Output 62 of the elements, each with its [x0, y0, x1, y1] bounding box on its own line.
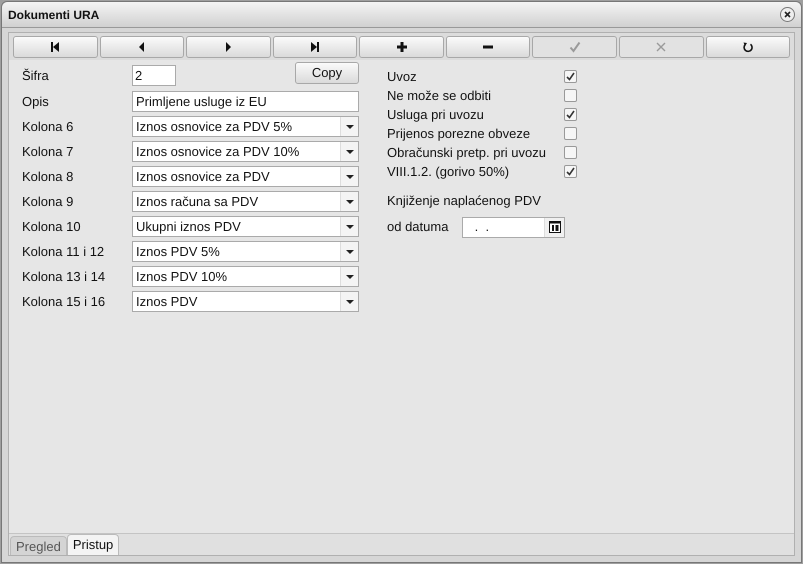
field-label: Kolona 7	[22, 142, 74, 161]
caret-icon	[346, 200, 354, 204]
field-label: Šifra	[22, 66, 50, 85]
plus-icon	[396, 41, 408, 53]
tab[interactable]: Pristup	[66, 534, 120, 555]
section-heading: Knjiženje naplaćenog PDV	[387, 192, 542, 210]
caret-icon	[346, 124, 354, 128]
input-field[interactable]: Primljene usluge iz EU	[132, 91, 359, 112]
checkbox[interactable]	[564, 146, 577, 159]
option-label: Obračunski pretp. pri uvozu	[387, 144, 546, 162]
toolbar-button[interactable]	[13, 36, 98, 58]
field-label: Kolona 10	[22, 218, 82, 236]
dropdown[interactable]: Iznos računa sa PDV	[132, 191, 359, 212]
option-label: Prijenos porezne obveze	[387, 124, 530, 143]
toolbar-button[interactable]	[272, 36, 358, 58]
checkbox[interactable]	[564, 108, 577, 121]
first-record-icon	[49, 41, 62, 53]
close-button[interactable]	[780, 7, 795, 22]
checkmark-icon	[568, 41, 581, 53]
dropdown[interactable]: Iznos osnovice za PDV	[132, 166, 359, 187]
close-icon	[784, 11, 791, 18]
caret-icon	[346, 300, 354, 304]
field-label: Kolona 6	[22, 118, 74, 136]
dropdown[interactable]: Iznos PDV	[132, 291, 359, 312]
field-label: Kolona 13 i 14	[22, 268, 106, 286]
checkmark-icon	[566, 110, 575, 119]
date-field[interactable]: . .	[462, 216, 565, 238]
close-icon	[655, 41, 668, 53]
caret-icon	[346, 174, 354, 178]
dropdown[interactable]: Iznos osnovice za PDV 5%	[132, 116, 359, 137]
checkbox[interactable]	[564, 127, 577, 140]
field-label: Opis	[22, 92, 50, 111]
checkmark-icon	[566, 72, 575, 81]
field-label: Kolona 11 i 12	[22, 242, 106, 261]
checkbox[interactable]	[564, 89, 577, 102]
calendar-icon	[548, 221, 560, 233]
dropdown[interactable]: Iznos osnovice za PDV 10%	[132, 141, 359, 162]
caret-icon	[346, 250, 354, 254]
option-label: Uvoz	[387, 68, 417, 86]
caret-icon	[346, 274, 354, 278]
tab[interactable]: Pregled	[10, 536, 67, 555]
checkbox[interactable]	[564, 165, 577, 178]
dropdown[interactable]: Iznos PDV 10%	[132, 266, 359, 287]
option-label: Usluga pri uvozu	[387, 106, 484, 124]
caret-icon	[346, 150, 354, 154]
dropdown[interactable]: Iznos PDV 5%	[132, 241, 359, 262]
copy-button[interactable]: Copy	[295, 62, 359, 84]
checkbox[interactable]	[564, 70, 577, 83]
option-label: Ne može se odbiti	[387, 86, 492, 105]
dropdown[interactable]: Ukupni iznos PDV	[132, 216, 359, 237]
field-label: Kolona 8	[22, 168, 74, 186]
input-field[interactable]: 2	[132, 65, 176, 86]
last-record-icon	[308, 41, 321, 53]
checkmark-icon	[566, 167, 575, 176]
field-label: od datuma	[387, 218, 450, 236]
caret-icon	[346, 224, 354, 228]
refresh-icon	[742, 41, 754, 53]
field-label: Kolona 9	[22, 192, 74, 211]
field-label: Kolona 15 i 16	[22, 292, 106, 311]
window-title: Dokumenti URA	[8, 6, 100, 24]
option-label: VIII.1.2. (gorivo 50%)	[387, 162, 510, 181]
toolbar-button[interactable]	[359, 36, 444, 58]
